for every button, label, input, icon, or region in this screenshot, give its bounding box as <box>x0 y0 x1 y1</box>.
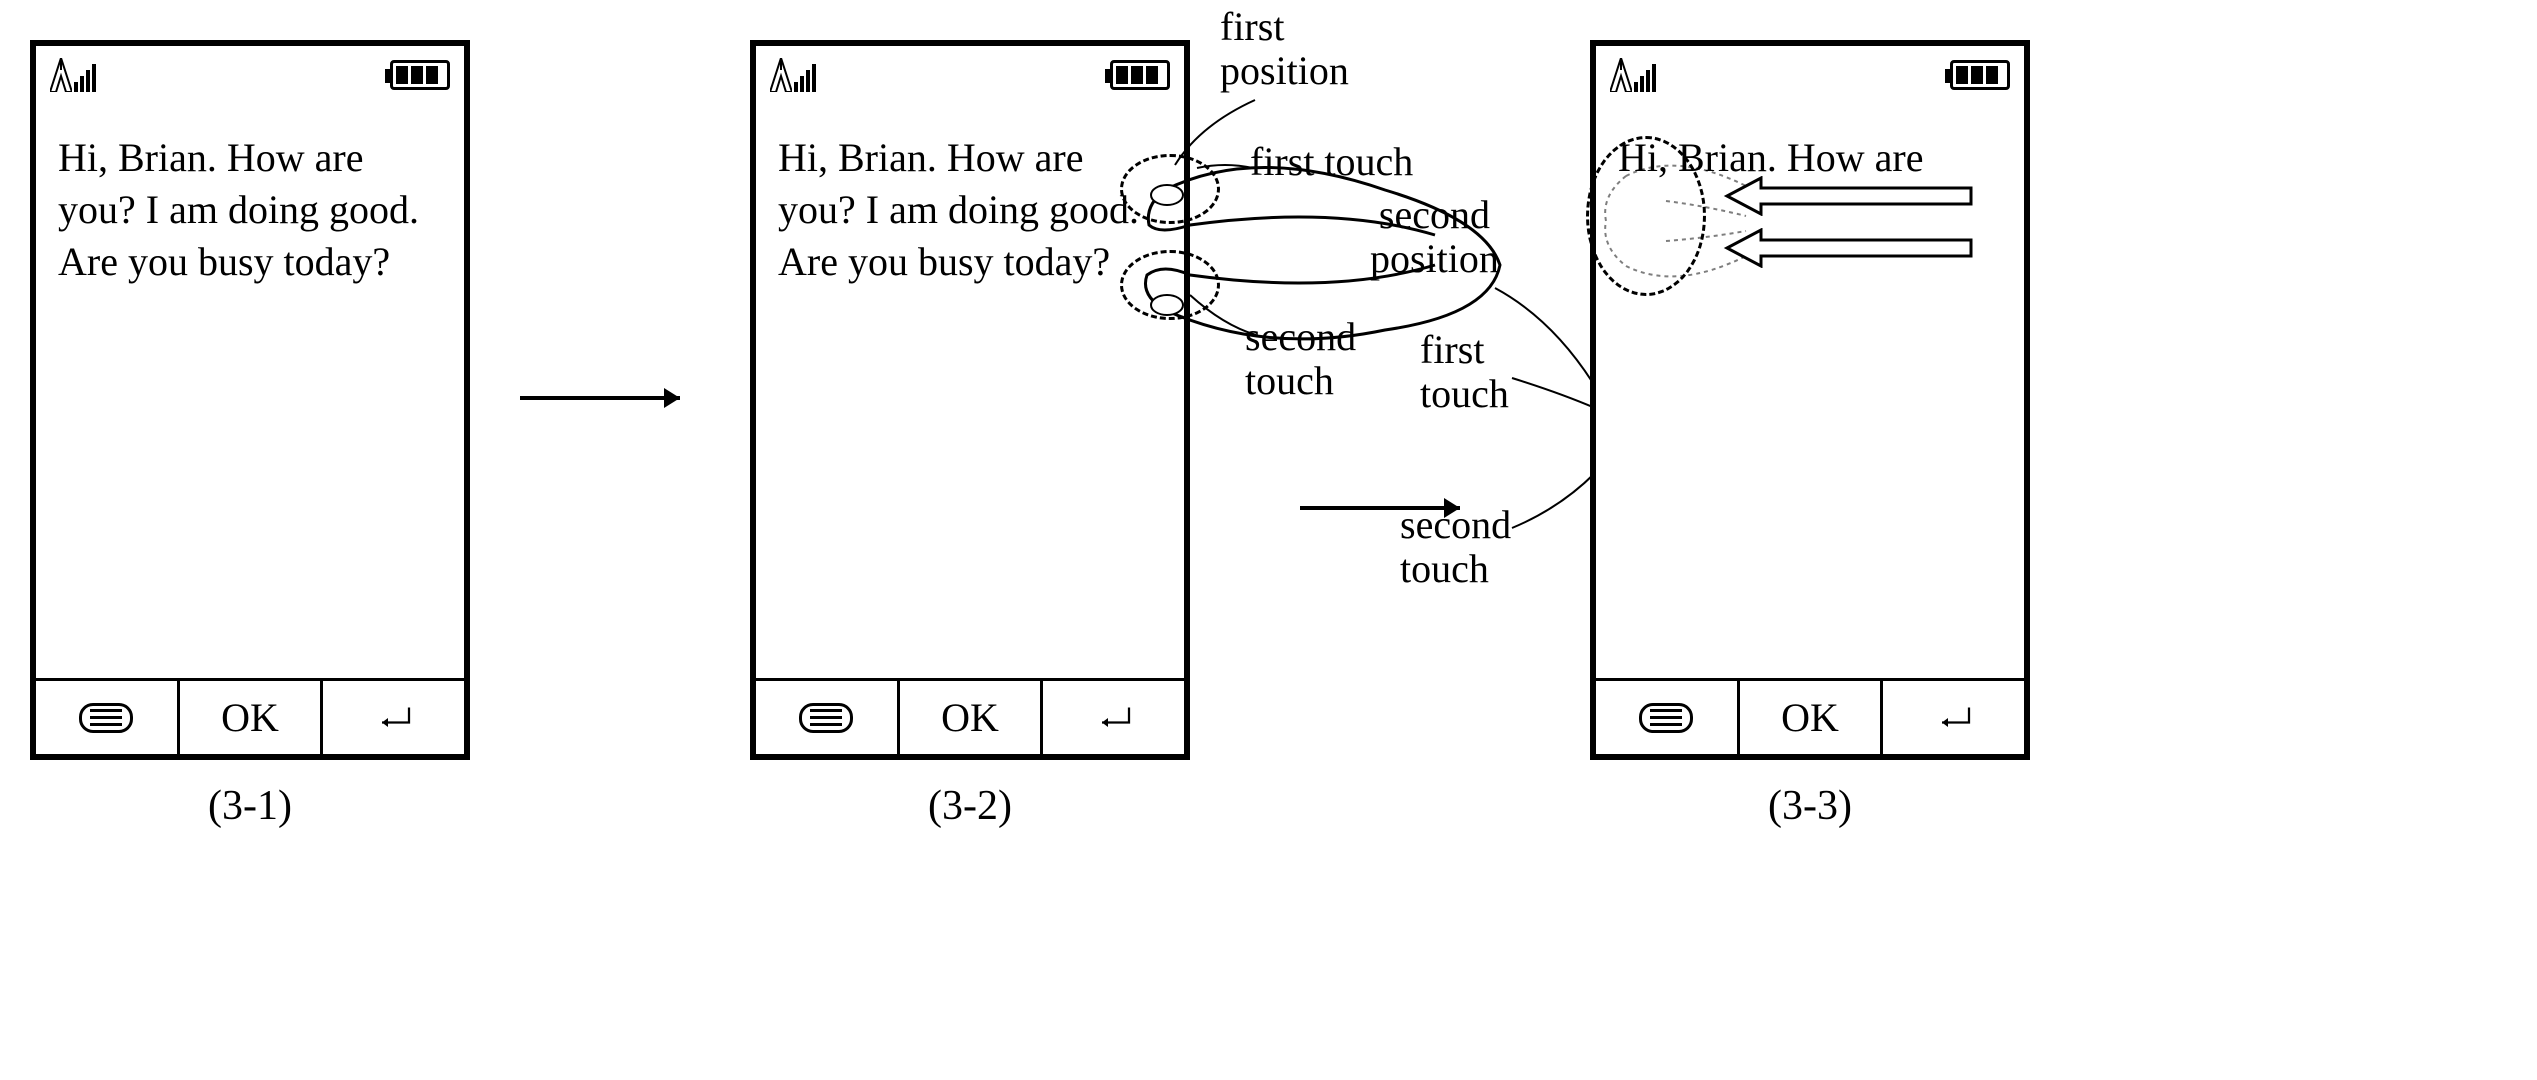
status-bar <box>1596 46 2024 106</box>
figure-label-3: (3-3) <box>1768 782 1852 830</box>
anno-first-touch: first touch <box>1250 140 1413 184</box>
swipe-arrow-icon <box>1721 228 1981 281</box>
ok-button[interactable]: OK <box>177 681 321 754</box>
phone-3: Hi, Brian. How are OK <box>1590 40 2030 760</box>
figure-label-1: (3-1) <box>208 782 292 830</box>
signal-icon <box>1610 58 1656 92</box>
anno-second-position: second position <box>1370 193 1499 281</box>
status-bar <box>756 46 1184 106</box>
signal-icon <box>50 58 96 92</box>
battery-icon <box>1110 60 1170 90</box>
enter-button[interactable] <box>320 681 464 754</box>
menu-button[interactable] <box>756 681 897 754</box>
leader-line <box>1510 373 1600 413</box>
phone-2-wrap: Hi, Brian. How are you? I am doing good.… <box>750 40 1190 760</box>
phone-1: Hi, Brian. How are you? I am doing good.… <box>30 40 470 760</box>
leader-line <box>1510 468 1600 538</box>
message-content[interactable]: Hi, Brian. How are <box>1596 106 2024 678</box>
ok-button[interactable]: OK <box>897 681 1041 754</box>
message-content[interactable]: Hi, Brian. How are you? I am doing good.… <box>36 106 464 678</box>
anno-first-position: first position <box>1220 5 1349 93</box>
battery-icon <box>1950 60 2010 90</box>
enter-icon <box>1931 703 1977 733</box>
menu-button[interactable] <box>36 681 177 754</box>
bottom-bar: OK <box>36 678 464 754</box>
enter-icon <box>1091 703 1137 733</box>
battery-icon <box>390 60 450 90</box>
menu-icon <box>79 703 133 733</box>
swipe-arrow-icon <box>1721 176 1981 229</box>
message-content[interactable]: Hi, Brian. How are you? I am doing good.… <box>756 106 1184 678</box>
anno-second-touch-b: second touch <box>1400 503 1511 591</box>
menu-icon <box>799 703 853 733</box>
flow-arrow-icon <box>510 378 710 423</box>
phone-3-wrap: Hi, Brian. How are OK <box>1590 40 2030 760</box>
menu-icon <box>1639 703 1693 733</box>
flow-gap-1 <box>480 378 740 423</box>
leader-line <box>1195 160 1255 175</box>
enter-button[interactable] <box>1880 681 2024 754</box>
signal-icon <box>770 58 816 92</box>
phone-2: Hi, Brian. How are you? I am doing good.… <box>750 40 1190 760</box>
menu-button[interactable] <box>1596 681 1737 754</box>
phone-1-wrap: Hi, Brian. How are you? I am doing good.… <box>30 40 470 760</box>
bottom-bar: OK <box>756 678 1184 754</box>
figure-label-2: (3-2) <box>928 782 1012 830</box>
enter-button[interactable] <box>1040 681 1184 754</box>
bottom-bar: OK <box>1596 678 2024 754</box>
ok-button[interactable]: OK <box>1737 681 1881 754</box>
enter-icon <box>371 703 417 733</box>
flow-gap-2: second position first touch second touch <box>1200 268 1580 533</box>
status-bar <box>36 46 464 106</box>
diagram-row: Hi, Brian. How are you? I am doing good.… <box>30 40 2507 760</box>
